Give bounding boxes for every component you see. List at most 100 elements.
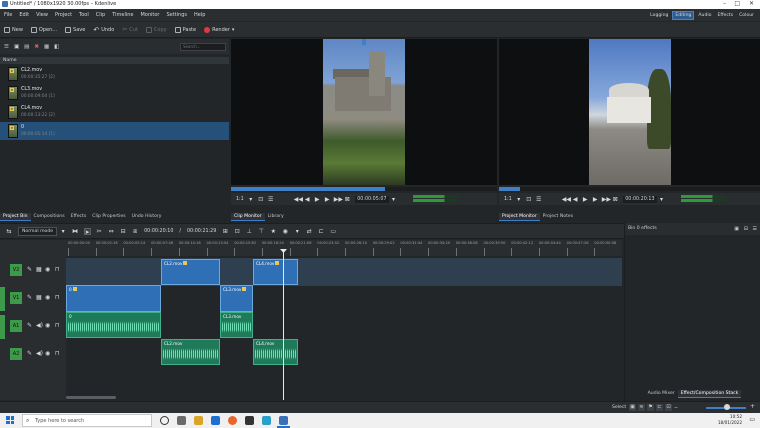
lock-icon[interactable]: ⊓ (55, 322, 61, 329)
system-clock[interactable]: 10:52 18/01/2022 (718, 414, 742, 426)
save-effect-icon[interactable]: ▣ (734, 226, 739, 232)
menu-timeline[interactable]: Timeline (112, 12, 133, 18)
menu-file[interactable]: File (4, 12, 12, 18)
close-icon[interactable]: ✕ (749, 0, 754, 9)
ripple-tool-icon[interactable]: ⧈ (132, 228, 139, 235)
chevron-down-icon[interactable]: ▾ (515, 196, 522, 203)
speaker-icon[interactable]: ◀) (36, 322, 43, 329)
step-forward-icon[interactable]: ▶ (324, 196, 331, 203)
add-clip-icon[interactable]: ▣ (14, 44, 19, 50)
selection-tool-icon[interactable]: ➤ (83, 227, 91, 236)
edge-icon[interactable] (262, 416, 271, 425)
timeline-clip[interactable]: CL4.mov (253, 259, 298, 285)
eye-icon[interactable]: ◉ (45, 266, 51, 273)
rewind-icon[interactable]: ◀◀ (294, 196, 303, 203)
extract-icon[interactable]: ⊤ (258, 228, 265, 235)
zoom-in-icon[interactable]: + (750, 403, 755, 410)
zone-icon[interactable]: ⊠ (344, 196, 351, 203)
chevron-down-icon[interactable]: ▾ (294, 228, 301, 235)
bin-clip-row[interactable]: P CL3.mov 00:00:09:04 [1] (0, 84, 229, 102)
bin-clip-row[interactable]: P CL2.mov 00:00:35:27 [2] (0, 65, 229, 83)
multicam-icon[interactable]: ⧓ (72, 228, 79, 235)
fast-forward-icon[interactable]: ▶▶ (334, 196, 343, 203)
new-button[interactable]: New (4, 26, 23, 33)
menu-clip[interactable]: Clip (96, 12, 105, 18)
menu-help[interactable]: Help (194, 12, 205, 18)
firefox-icon[interactable] (228, 416, 237, 425)
taskbar-search-input[interactable]: ⌕ Type here to search (22, 414, 152, 427)
timeline-audio-clip[interactable]: CL2.mov (161, 339, 220, 365)
bin-column-header[interactable]: Name (0, 57, 229, 64)
spacer-tool-icon[interactable]: ⇔ (108, 228, 115, 235)
cut-button[interactable]: ✂ Cut (122, 26, 138, 33)
track-header-v1[interactable]: V1 ✎ ▦ ◉ ⊓ (0, 285, 66, 313)
snap-toggle-icon[interactable]: ⊏ (656, 404, 663, 411)
favorite-icon[interactable]: ★ (270, 228, 277, 235)
lock-icon[interactable]: ⊓ (55, 266, 61, 273)
paste-button[interactable]: Paste (174, 26, 196, 33)
film-icon[interactable]: ▦ (36, 266, 42, 273)
zoom-selector[interactable]: 1:1 (234, 196, 246, 203)
project-monitor-ruler[interactable] (499, 187, 760, 191)
chevron-down-icon[interactable]: ▾ (60, 228, 67, 235)
zone-icon[interactable]: ⊠ (612, 196, 619, 203)
chevron-down-icon[interactable]: ▾ (247, 196, 254, 203)
timeline-audio-clip[interactable]: CL4.mov (253, 339, 298, 365)
menu-view[interactable]: View (36, 12, 48, 18)
track-settings-icon[interactable]: ⇆ (6, 228, 13, 235)
chevron-down-icon[interactable]: ▾ (658, 196, 665, 203)
project-monitor-timecode[interactable]: 00:00:20:13 (623, 195, 657, 203)
tab-clip-monitor[interactable]: Clip Monitor (231, 212, 265, 221)
bin-clip-row-selected[interactable]: P 0 00:00:05:14 [1] (0, 122, 229, 140)
mail-icon[interactable] (211, 416, 220, 425)
cortana-icon[interactable] (160, 416, 169, 425)
keyframe-icon[interactable]: ◉ (282, 228, 289, 235)
step-back-icon[interactable]: ◀ (304, 196, 311, 203)
undo-button[interactable]: ↶ Undo (93, 26, 114, 34)
track-lane-v1[interactable]: 0 CL3.mov (66, 285, 622, 313)
monitor-menu-icon[interactable]: ☰ (535, 196, 542, 203)
app-icon[interactable] (245, 416, 254, 425)
track-effects-icon[interactable]: ✎ (27, 322, 33, 329)
play-icon[interactable]: ▶ (314, 196, 321, 203)
snap-icon[interactable]: ⊏ (318, 228, 325, 235)
menu-settings[interactable]: Settings (167, 12, 188, 18)
lock-icon[interactable]: ⊓ (55, 294, 61, 301)
markers-toggle-icon[interactable]: ⚑ (647, 404, 654, 411)
bin-clip-row[interactable]: P CL4.mov 00:00:13:22 [2] (0, 103, 229, 121)
fit-zoom-icon[interactable]: ⊡ (525, 196, 532, 203)
clip-monitor-video[interactable] (231, 39, 497, 185)
timeline-scrollbar[interactable] (66, 396, 116, 399)
copy-button[interactable]: Copy (145, 26, 167, 33)
layout-logging[interactable]: Logging (648, 12, 670, 19)
timeline-clip[interactable]: CL2.mov (161, 259, 220, 285)
timeline-audio-clip[interactable]: 0 (66, 312, 161, 338)
track-lane-v2[interactable]: CL2.mov CL4.mov (66, 258, 622, 286)
layout-effects[interactable]: Effects (715, 12, 735, 19)
properties-icon[interactable]: ▦ (44, 44, 49, 50)
step-forward-icon[interactable]: ▶ (592, 196, 599, 203)
save-button[interactable]: Save (65, 26, 85, 33)
fast-forward-icon[interactable]: ▶▶ (602, 196, 611, 203)
tab-audio-mixer[interactable]: Audio Mixer (645, 390, 678, 398)
task-view-icon[interactable] (177, 416, 186, 425)
step-back-icon[interactable]: ◀ (572, 196, 579, 203)
kdenlive-taskbar-icon[interactable] (279, 416, 288, 425)
tab-compositions[interactable]: Compositions (31, 213, 68, 221)
track-header-a2[interactable]: A2 ✎ ◀) ◉ ⊓ (0, 341, 66, 369)
play-icon[interactable]: ▶ (582, 196, 589, 203)
tab-effect-composition-stack[interactable]: Effect/Composition Stack (677, 389, 742, 398)
slip-tool-icon[interactable]: ⊟ (120, 228, 127, 235)
rewind-icon[interactable]: ◀◀ (562, 196, 571, 203)
timeline-position[interactable]: 00:00:20:10 (144, 229, 173, 234)
menu-tool[interactable]: Tool (79, 12, 89, 18)
tab-undo-history[interactable]: Undo History (129, 213, 165, 221)
bin-search-input[interactable]: Search... (180, 43, 226, 51)
track-header-v2[interactable]: V2 ✎ ▦ ◉ ⊓ (0, 257, 66, 285)
playhead[interactable] (283, 250, 284, 400)
tab-effects[interactable]: Effects (68, 213, 90, 221)
notifications-icon[interactable]: ▭ (749, 416, 755, 423)
timeline-clip[interactable]: 0 (66, 285, 161, 312)
audio-thumb-toggle-icon[interactable]: ≋ (638, 404, 645, 411)
tab-project-bin[interactable]: Project Bin (0, 212, 31, 221)
